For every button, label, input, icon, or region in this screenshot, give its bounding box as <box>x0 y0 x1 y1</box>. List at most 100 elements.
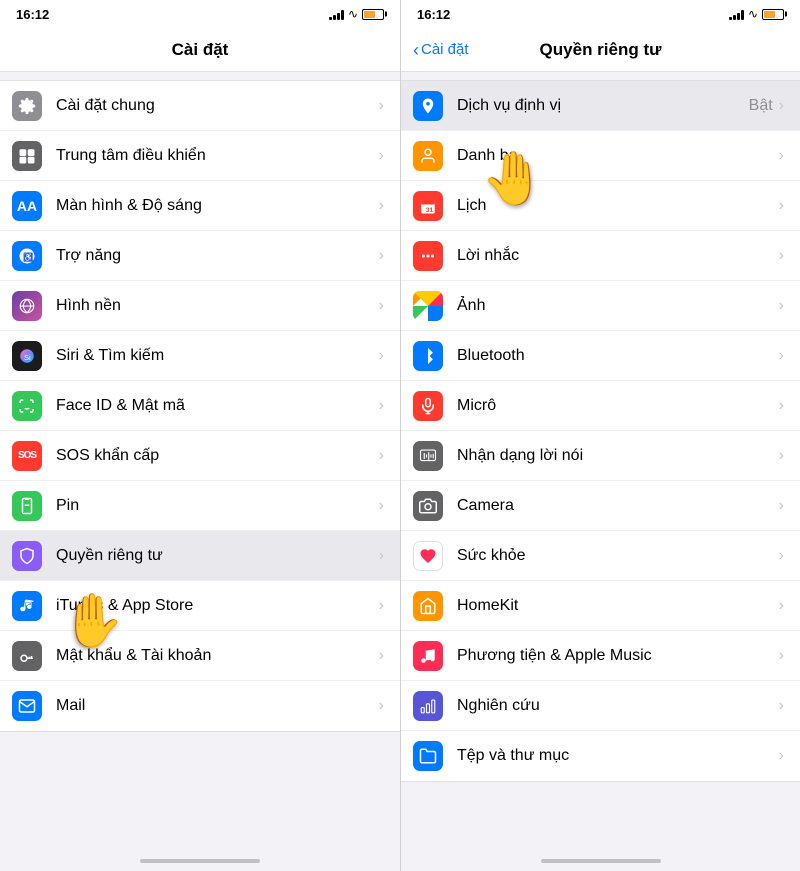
settings-item-phuong-tien[interactable]: Phương tiện & Apple Music › <box>401 631 800 681</box>
settings-item-dich-vu-dinh-vi[interactable]: Dịch vụ định vị Bật › <box>401 81 800 131</box>
micro-icon <box>413 391 443 421</box>
tro-nang-icon: ♿ <box>12 241 42 271</box>
sidebar-item-mat-khau[interactable]: Mật khẩu & Tài khoản › <box>0 631 400 681</box>
phuong-tien-icon <box>413 641 443 671</box>
right-status-bar: 16:12 ∿ <box>401 0 800 28</box>
left-time: 16:12 <box>16 7 49 22</box>
quyen-rieng-tu-chevron: › <box>379 547 384 565</box>
right-nav-bar: ‹ Cài đặt Quyền riêng tư <box>401 28 800 72</box>
settings-item-camera[interactable]: Camera › <box>401 481 800 531</box>
settings-item-nhan-dang[interactable]: Nhận dạng lời nói › <box>401 431 800 481</box>
svg-text:♿: ♿ <box>23 251 33 261</box>
right-section-group: Dịch vụ định vị Bật › Danh bạ › 31 <box>401 80 800 782</box>
left-section-group: Cài đặt chung › Trung tâm điều khiển › A… <box>0 80 400 732</box>
sidebar-item-trung-tam[interactable]: Trung tâm điều khiển › <box>0 131 400 181</box>
man-hinh-label: Màn hình & Độ sáng <box>56 197 379 215</box>
itunes-chevron: › <box>379 597 384 615</box>
itunes-label: iTunes & App Store <box>56 597 379 615</box>
anh-icon <box>413 291 443 321</box>
right-scroll-area[interactable]: Dịch vụ định vị Bật › Danh bạ › 31 <box>401 72 800 853</box>
dich-vu-dinh-vi-value: Bật <box>749 97 773 115</box>
settings-item-lich[interactable]: 31 Lịch › <box>401 181 800 231</box>
trung-tam-chevron: › <box>379 147 384 165</box>
hinh-nen-icon <box>12 291 42 321</box>
danh-ba-label: Danh bạ <box>457 147 779 165</box>
trung-tam-label: Trung tâm điều khiển <box>56 147 379 165</box>
camera-label: Camera <box>457 497 779 515</box>
mail-chevron: › <box>379 697 384 715</box>
homekit-icon <box>413 591 443 621</box>
nghien-cuu-label: Nghiên cứu <box>457 697 779 715</box>
right-home-indicator <box>541 859 661 863</box>
right-nav-title: Quyền riêng tư <box>540 40 662 60</box>
sidebar-item-caidat-chung[interactable]: Cài đặt chung › <box>0 81 400 131</box>
faceid-icon <box>12 391 42 421</box>
dich-vu-dinh-vi-chevron: › <box>779 97 784 115</box>
sidebar-item-mail[interactable]: Mail › <box>0 681 400 731</box>
right-nav-back[interactable]: ‹ Cài đặt <box>413 41 469 59</box>
right-wifi-icon: ∿ <box>748 7 758 21</box>
sidebar-item-pin[interactable]: Pin › <box>0 481 400 531</box>
sos-label: SOS khẩn cấp <box>56 447 379 465</box>
anh-chevron: › <box>779 297 784 315</box>
sidebar-item-faceid[interactable]: Face ID & Mật mã › <box>0 381 400 431</box>
left-signal-icon <box>329 8 344 20</box>
settings-item-tep[interactable]: Tệp và thư mục › <box>401 731 800 781</box>
settings-item-micro[interactable]: Micrô › <box>401 381 800 431</box>
sidebar-item-sos[interactable]: SOS SOS khẩn cấp › <box>0 431 400 481</box>
right-nav-back-label: Cài đặt <box>421 41 469 58</box>
caidat-chung-chevron: › <box>379 97 384 115</box>
left-panel: 16:12 ∿ Cài đặt <box>0 0 400 871</box>
settings-item-anh[interactable]: Ảnh › <box>401 281 800 331</box>
nhan-dang-chevron: › <box>779 447 784 465</box>
left-status-bar: 16:12 ∿ <box>0 0 400 28</box>
nhan-dang-icon <box>413 441 443 471</box>
settings-item-bluetooth[interactable]: Bluetooth › <box>401 331 800 381</box>
right-back-chevron-icon: ‹ <box>413 41 419 59</box>
sidebar-item-quyen-rieng-tu[interactable]: Quyền riêng tư › <box>0 531 400 581</box>
micro-chevron: › <box>779 397 784 415</box>
suc-khoe-label: Sức khỏe <box>457 547 779 565</box>
anh-label: Ảnh <box>457 297 779 315</box>
settings-item-nghien-cuu[interactable]: Nghiên cứu › <box>401 681 800 731</box>
caidat-chung-label: Cài đặt chung <box>56 97 379 115</box>
siri-chevron: › <box>379 347 384 365</box>
man-hinh-chevron: › <box>379 197 384 215</box>
pin-icon <box>12 491 42 521</box>
bluetooth-label: Bluetooth <box>457 347 779 365</box>
hinh-nen-label: Hình nền <box>56 297 379 315</box>
sidebar-item-man-hinh[interactable]: AA Màn hình & Độ sáng › <box>0 181 400 231</box>
sidebar-item-hinh-nen[interactable]: Hình nền › <box>0 281 400 331</box>
nghien-cuu-chevron: › <box>779 697 784 715</box>
sidebar-item-tro-nang[interactable]: ♿ Trợ năng › <box>0 231 400 281</box>
quyen-rieng-tu-icon <box>12 541 42 571</box>
pin-label: Pin <box>56 497 379 515</box>
mat-khau-chevron: › <box>379 647 384 665</box>
sidebar-item-siri[interactable]: Si Siri & Tìm kiếm › <box>0 331 400 381</box>
left-status-icons: ∿ <box>329 7 384 21</box>
settings-item-homekit[interactable]: HomeKit › <box>401 581 800 631</box>
faceid-chevron: › <box>379 397 384 415</box>
loi-nhac-icon <box>413 241 443 271</box>
left-nav-bar: Cài đặt <box>0 28 400 72</box>
lich-chevron: › <box>779 197 784 215</box>
settings-item-loi-nhac[interactable]: Lời nhắc › <box>401 231 800 281</box>
left-battery-icon <box>362 9 384 20</box>
dich-vu-dinh-vi-icon <box>413 91 443 121</box>
left-wifi-icon: ∿ <box>348 7 358 21</box>
settings-item-danh-ba[interactable]: Danh bạ › <box>401 131 800 181</box>
sidebar-item-itunes[interactable]: iTunes & App Store › <box>0 581 400 631</box>
settings-item-suc-khoe[interactable]: Sức khỏe › <box>401 531 800 581</box>
bluetooth-chevron: › <box>779 347 784 365</box>
left-scroll-area[interactable]: Cài đặt chung › Trung tâm điều khiển › A… <box>0 72 400 853</box>
tro-nang-label: Trợ năng <box>56 247 379 265</box>
siri-icon: Si <box>12 341 42 371</box>
danh-ba-chevron: › <box>779 147 784 165</box>
app-container: 16:12 ∿ Cài đặt <box>0 0 800 871</box>
suc-khoe-chevron: › <box>779 547 784 565</box>
micro-label: Micrô <box>457 397 779 415</box>
svg-text:Si: Si <box>24 352 31 361</box>
bluetooth-icon <box>413 341 443 371</box>
danh-ba-icon <box>413 141 443 171</box>
phuong-tien-chevron: › <box>779 647 784 665</box>
